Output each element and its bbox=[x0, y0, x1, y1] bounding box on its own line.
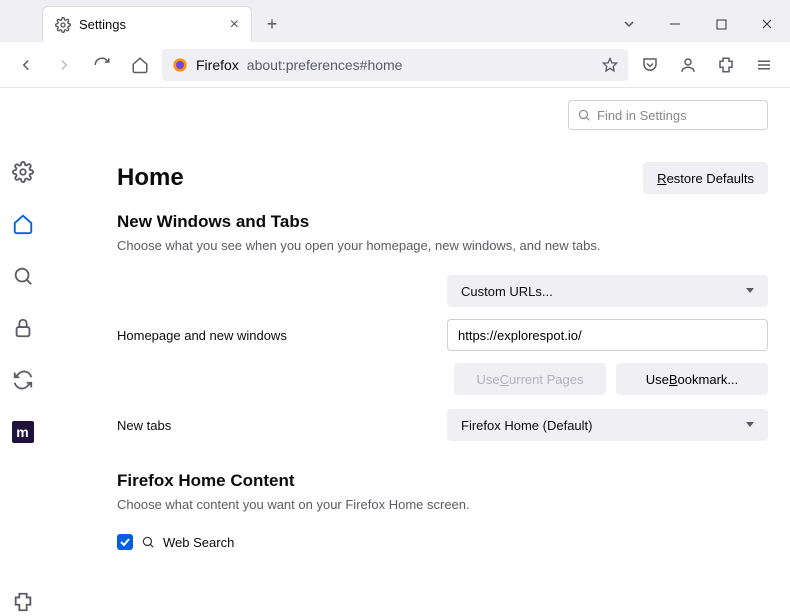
firefox-icon bbox=[172, 57, 188, 73]
newtabs-label: New tabs bbox=[117, 418, 447, 433]
window-close-button[interactable] bbox=[744, 7, 790, 41]
sidebar-item-general[interactable] bbox=[9, 158, 37, 186]
minimize-button[interactable] bbox=[652, 7, 698, 41]
tabs-dropdown-button[interactable] bbox=[606, 7, 652, 41]
section-home-content-desc: Choose what content you want on your Fir… bbox=[117, 497, 768, 512]
maximize-button[interactable] bbox=[698, 7, 744, 41]
url-text: about:preferences#home bbox=[247, 57, 403, 73]
page-title: Home bbox=[117, 164, 184, 192]
pocket-button[interactable] bbox=[634, 49, 666, 81]
gear-icon bbox=[55, 17, 71, 33]
sidebar-item-sync[interactable] bbox=[9, 366, 37, 394]
bookmark-star-button[interactable] bbox=[602, 57, 618, 73]
url-label: Firefox bbox=[196, 57, 239, 73]
close-icon[interactable]: × bbox=[230, 16, 239, 34]
section-home-content-title: Firefox Home Content bbox=[117, 471, 768, 491]
find-placeholder: Find in Settings bbox=[597, 108, 687, 123]
search-icon bbox=[141, 535, 155, 549]
use-current-pages-button[interactable]: Use Current Pages bbox=[454, 363, 606, 395]
section-new-windows-desc: Choose what you see when you open your h… bbox=[117, 238, 768, 253]
m-icon: m bbox=[12, 421, 34, 443]
reload-button[interactable] bbox=[86, 49, 118, 81]
tab-settings[interactable]: Settings × bbox=[42, 6, 252, 42]
use-bookmark-button[interactable]: Use Bookmark... bbox=[616, 363, 768, 395]
sidebar-item-search[interactable] bbox=[9, 262, 37, 290]
web-search-label: Web Search bbox=[163, 535, 234, 550]
account-button[interactable] bbox=[672, 49, 704, 81]
sidebar-item-more[interactable]: m bbox=[9, 418, 37, 446]
sidebar-item-privacy[interactable] bbox=[9, 314, 37, 342]
section-new-windows-title: New Windows and Tabs bbox=[117, 212, 768, 232]
sidebar-item-home[interactable] bbox=[9, 210, 37, 238]
main-panel: Find in Settings Home Restore Defaults N… bbox=[45, 88, 790, 616]
toolbar: Firefox about:preferences#home bbox=[0, 42, 790, 88]
newtabs-select[interactable]: Firefox Home (Default) bbox=[447, 409, 768, 441]
homepage-mode-select[interactable]: Custom URLs... bbox=[447, 275, 768, 307]
window-controls bbox=[606, 7, 790, 41]
extensions-button[interactable] bbox=[710, 49, 742, 81]
homepage-label: Homepage and new windows bbox=[117, 328, 447, 343]
back-button[interactable] bbox=[10, 49, 42, 81]
forward-button[interactable] bbox=[48, 49, 80, 81]
find-in-settings-input[interactable]: Find in Settings bbox=[568, 100, 768, 130]
search-icon bbox=[577, 108, 591, 122]
url-field[interactable]: Firefox about:preferences#home bbox=[162, 49, 628, 81]
web-search-checkbox[interactable] bbox=[117, 534, 133, 550]
settings-sidebar: m bbox=[0, 88, 45, 616]
home-button[interactable] bbox=[124, 49, 156, 81]
homepage-url-input[interactable] bbox=[447, 319, 768, 351]
sidebar-item-extensions[interactable] bbox=[9, 588, 37, 616]
new-tab-button[interactable]: + bbox=[258, 10, 286, 38]
restore-defaults-button[interactable]: Restore Defaults bbox=[643, 162, 768, 194]
tab-bar: Settings × + bbox=[0, 0, 790, 42]
menu-button[interactable] bbox=[748, 49, 780, 81]
content-area: m Find in Settings Home Restore Defaults… bbox=[0, 88, 790, 616]
tab-label: Settings bbox=[79, 17, 126, 32]
